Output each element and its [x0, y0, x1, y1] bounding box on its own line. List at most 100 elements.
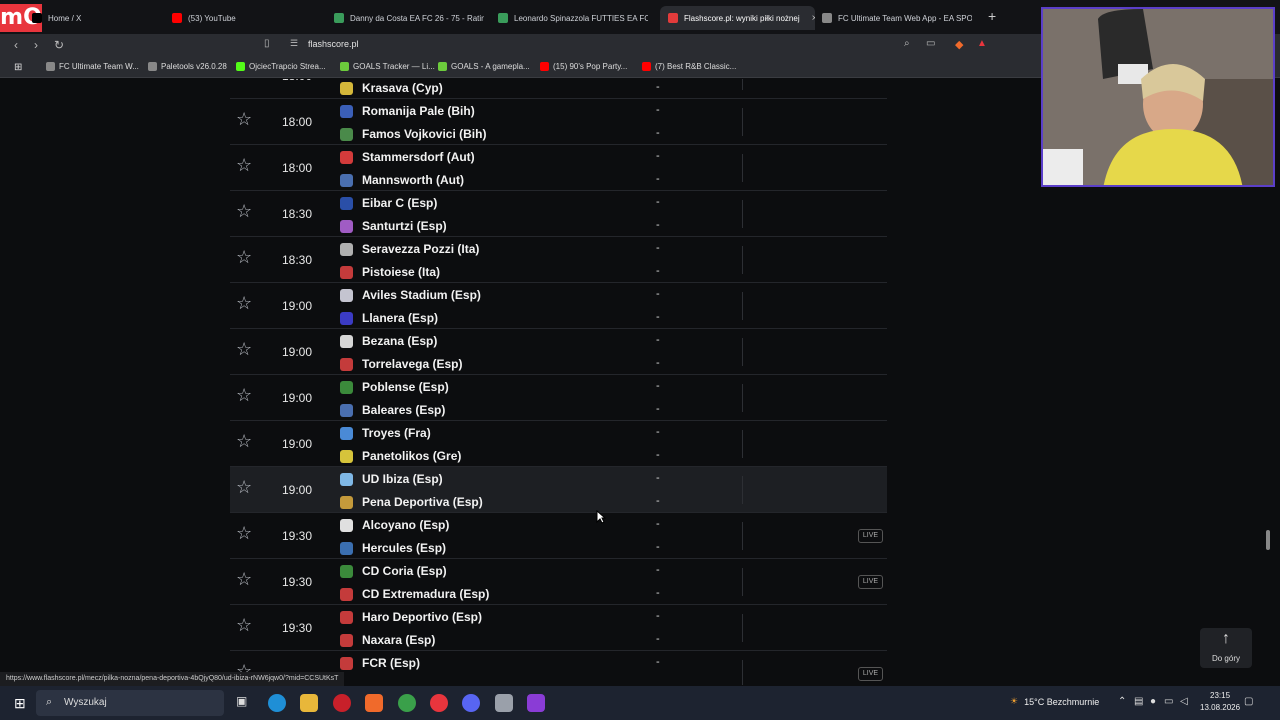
bookmark-item[interactable]: (7) Best R&B Classic...: [642, 62, 736, 71]
url-field[interactable]: flashscore.pl: [308, 39, 359, 49]
bookmark-label: (7) Best R&B Classic...: [655, 62, 737, 71]
match-row[interactable]: ☆ 18:30 Seravezza Pozzi (Ita) Pistoiese (It…: [230, 237, 887, 283]
match-row[interactable]: ☆18:00Nea Salamis (Cyp)Krasava (Cyp)--: [230, 79, 887, 99]
close-tab-icon[interactable]: ×: [812, 13, 815, 24]
reload-icon[interactable]: ↻: [54, 38, 64, 52]
favorite-star-icon[interactable]: ☆: [236, 387, 254, 405]
favorite-star-icon[interactable]: ☆: [236, 433, 254, 451]
home-team: Haro Deportivo (Esp): [340, 607, 482, 627]
zoom-icon[interactable]: ⌕: [904, 38, 910, 49]
bookmark-item[interactable]: OjciecTrapcio Strea...: [236, 62, 326, 71]
away-team: Hercules (Esp): [340, 538, 446, 558]
home-team: CD Coria (Esp): [340, 561, 447, 581]
match-row[interactable]: ☆ 19:00 Troyes (Fra) Panetolikos (Gre) - -: [230, 421, 887, 467]
browser-tab[interactable]: Leonardo Spinazzola FUTTIES EA FC: [498, 6, 648, 30]
match-row[interactable]: ☆ 19:00 Aviles Stadium (Esp) Llanera (Esp) -…: [230, 283, 887, 329]
favorite-star-icon[interactable]: ☆: [236, 79, 254, 83]
favorite-star-icon[interactable]: ☆: [236, 111, 254, 129]
live-badge[interactable]: LIVE: [858, 575, 883, 589]
favorite-star-icon[interactable]: ☆: [236, 341, 254, 359]
match-row[interactable]: ☆ 18:30 Eibar C (Esp) Santurtzi (Esp) - -: [230, 191, 887, 237]
browser-tab[interactable]: Danny da Costa EA FC 26 - 75 - Ratin: [334, 6, 484, 30]
tab-label: Flashscore.pl: wyniki piłki nożnej: [684, 13, 800, 23]
clock[interactable]: 23:15 13.08.2026: [1200, 690, 1240, 714]
column-divider: [742, 79, 743, 90]
weather-widget[interactable]: ☀ 15°C Bezchmurnie: [1010, 696, 1099, 707]
home-team-name: Haro Deportivo (Esp): [362, 610, 483, 624]
microphone-icon[interactable]: ●: [1150, 696, 1156, 707]
away-team: CD Extremadura (Esp): [340, 584, 489, 604]
match-row[interactable]: ☆ 19:30 Haro Deportivo (Esp) Naxara (Esp) - -: [230, 605, 887, 651]
bookmark-favicon-icon: [148, 62, 157, 71]
away-team-name: Torrelavega (Esp): [362, 357, 463, 371]
away-team: Baleares (Esp): [340, 400, 445, 420]
match-row[interactable]: ☆ 19:00 Poblense (Esp) Baleares (Esp) - -: [230, 375, 887, 421]
home-crest-icon: [340, 104, 353, 118]
volume-icon[interactable]: ◁: [1180, 696, 1188, 707]
browser-tab[interactable]: (53) YouTube: [172, 6, 322, 30]
match-row[interactable]: ☆ 18:00 Stammersdorf (Aut) Mannsworth (Aut)…: [230, 145, 887, 191]
bookmark-item[interactable]: GOALS Tracker — Li...: [340, 62, 435, 71]
taskbar-search[interactable]: ⌕ Wyszukaj: [36, 690, 224, 716]
favorite-star-icon[interactable]: ☆: [236, 571, 254, 589]
windows-start-icon[interactable]: ⊞: [14, 695, 26, 712]
tab-label: Home / X: [48, 13, 82, 23]
network-icon[interactable]: ▭: [1164, 696, 1173, 707]
edge-icon[interactable]: [268, 694, 286, 712]
bookmark-item[interactable]: GOALS - A gamepla...: [438, 62, 530, 71]
bookmark-item[interactable]: (15) 90's Pop Party...: [540, 62, 627, 71]
favorite-star-icon[interactable]: ☆: [236, 203, 254, 221]
favorite-star-icon[interactable]: ☆: [236, 249, 254, 267]
tray-chevron-icon[interactable]: ⌃: [1118, 696, 1126, 707]
favorite-star-icon[interactable]: ☆: [236, 157, 254, 175]
away-team: Pistoiese (Ita): [340, 262, 440, 282]
browser-tab[interactable]: FC Ultimate Team Web App - EA SPO: [822, 6, 972, 30]
favorite-star-icon[interactable]: ☆: [236, 617, 254, 635]
chrome-icon[interactable]: [398, 694, 416, 712]
favorite-star-icon[interactable]: ☆: [236, 295, 254, 313]
brave-shield-icon[interactable]: ◆: [955, 38, 963, 51]
match-row[interactable]: ☆ 19:30 Alcoyano (Esp) Hercules (Esp) - - LIVE: [230, 513, 887, 559]
scrollbar-thumb[interactable]: [1266, 530, 1270, 550]
match-row[interactable]: ☆ 19:00 UD Ibiza (Esp) Pena Deportiva (Esp)…: [230, 467, 887, 513]
apps-grid-icon[interactable]: ⊞: [14, 62, 22, 73]
file-explorer-icon[interactable]: [300, 694, 318, 712]
live-badge[interactable]: LIVE: [858, 667, 883, 681]
browser-tab[interactable]: Home / X: [32, 6, 162, 30]
away-team-name: Krasava (Cyp): [362, 81, 443, 95]
match-row[interactable]: ☆ 19:30 CD Coria (Esp) CD Extremadura (Esp)…: [230, 559, 887, 605]
rewards-icon[interactable]: ▲: [977, 38, 987, 49]
bookmark-item[interactable]: Paletools v26.0.28: [148, 62, 227, 71]
notifications-icon[interactable]: ▢: [1244, 696, 1253, 707]
favorite-star-icon[interactable]: ☆: [236, 525, 254, 543]
new-tab-button[interactable]: +: [988, 8, 996, 24]
tray-app-icon[interactable]: ▤: [1134, 696, 1143, 707]
task-view-icon[interactable]: ▣: [236, 694, 254, 712]
home-team-name: Seravezza Pozzi (Ita): [362, 242, 480, 256]
opera-icon[interactable]: [333, 694, 351, 712]
away-score: -: [656, 587, 660, 599]
favorite-star-icon[interactable]: ☆: [236, 479, 254, 497]
away-team-name: Hercules (Esp): [362, 541, 447, 555]
forward-icon[interactable]: ›: [34, 38, 38, 52]
match-row[interactable]: ☆ 19:00 Bezana (Esp) Torrelavega (Esp) - -: [230, 329, 887, 375]
go-to-top-button[interactable]: ↑ Do góry: [1200, 628, 1252, 668]
bookmark-item[interactable]: FC Ultimate Team W...: [46, 62, 139, 71]
app-icon[interactable]: [430, 694, 448, 712]
back-icon[interactable]: ‹: [14, 38, 18, 52]
browser-tab[interactable]: Flashscore.pl: wyniki piłki nożnej ×: [660, 6, 815, 30]
away-crest-icon: [340, 587, 353, 601]
cast-icon[interactable]: ▭: [926, 38, 935, 49]
live-badge[interactable]: LIVE: [858, 529, 883, 543]
discord-icon[interactable]: [462, 694, 480, 712]
match-row[interactable]: ☆ 18:00 Romanija Pale (Bih) Famos Vojkovici…: [230, 99, 887, 145]
video-editor-icon[interactable]: [527, 694, 545, 712]
app-window-icon[interactable]: [495, 694, 513, 712]
site-settings-icon[interactable]: ☰: [290, 38, 298, 49]
match-time: 19:00: [282, 299, 313, 313]
match-time: 18:30: [282, 253, 313, 267]
bookmark-icon[interactable]: ▯: [264, 38, 270, 49]
match-time: 19:00: [282, 483, 313, 497]
column-divider: [742, 430, 743, 458]
brave-icon[interactable]: [365, 694, 383, 712]
